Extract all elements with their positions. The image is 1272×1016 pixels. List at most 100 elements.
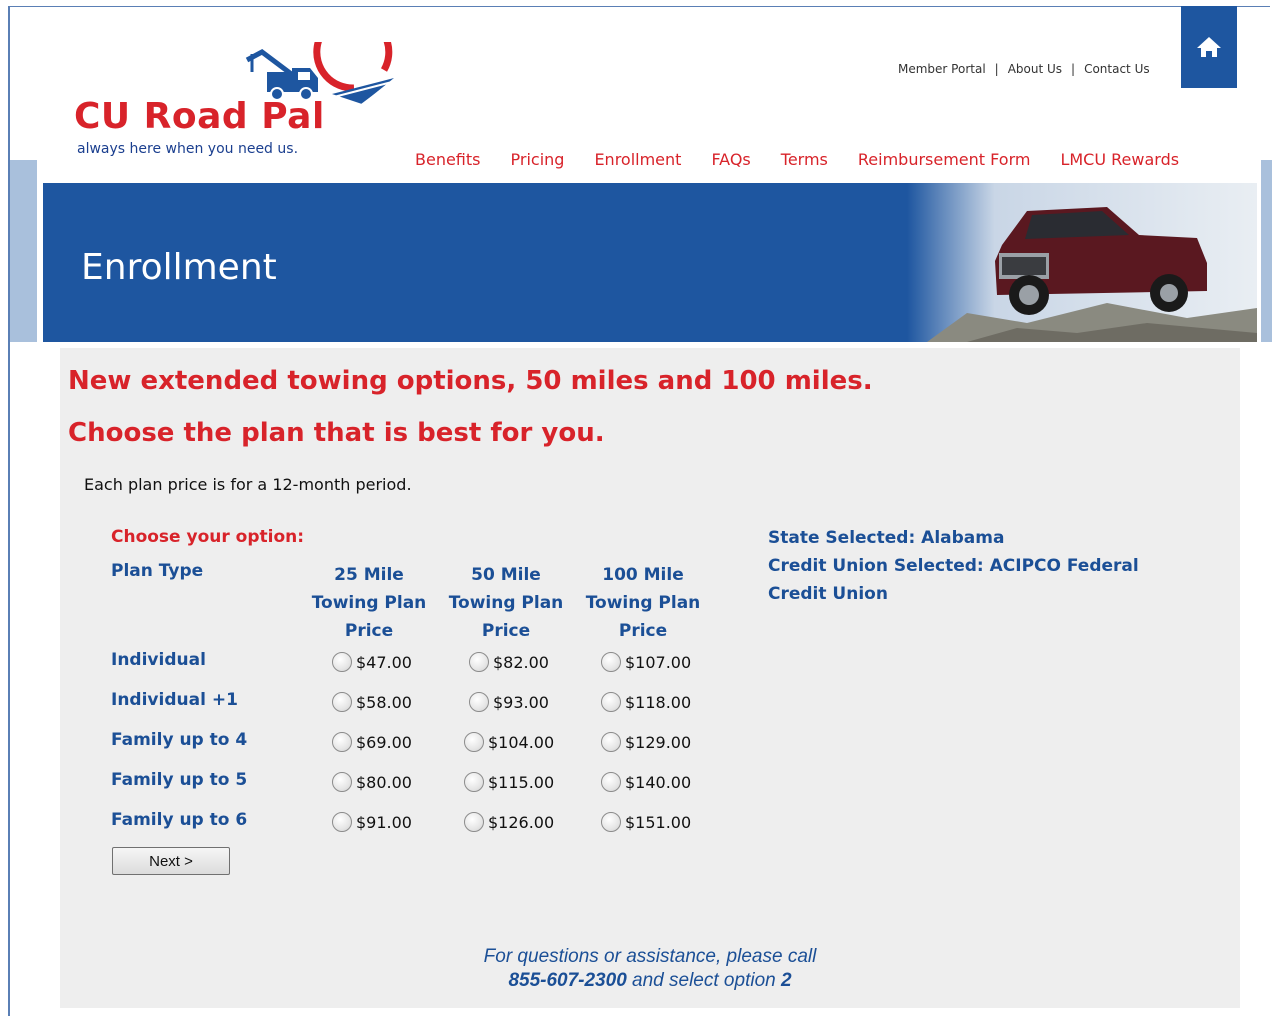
home-icon — [1195, 35, 1221, 57]
radio-button[interactable] — [332, 812, 352, 832]
price-option[interactable]: $47.00 — [332, 652, 412, 672]
selection-summary: State Selected: Alabama Credit Union Sel… — [768, 524, 1198, 608]
footer-line2: 855-607-2300 and select option 2 — [450, 969, 850, 993]
brand-title: CU Road Pal — [74, 96, 325, 137]
price-option[interactable]: $82.00 — [469, 652, 549, 672]
price-option[interactable]: $58.00 — [332, 692, 412, 712]
price-option[interactable]: $151.00 — [601, 812, 691, 832]
price-value: $129.00 — [625, 732, 692, 752]
price-option[interactable]: $115.00 — [464, 772, 554, 792]
nav-enrollment[interactable]: Enrollment — [594, 150, 681, 169]
price-value: $47.00 — [356, 652, 412, 672]
next-button[interactable]: Next > — [112, 847, 230, 875]
side-accent-right — [1261, 160, 1272, 342]
column-header-line: 100 Mile — [602, 565, 684, 585]
member-portal-link[interactable]: Member Portal — [898, 62, 986, 76]
column-header-25-mile: 25 Mile Towing Plan Price — [309, 561, 429, 645]
top-links: Member Portal | About Us | Contact Us — [898, 62, 1150, 76]
brand-tagline: always here when you need us. — [77, 141, 299, 157]
radio-button[interactable] — [332, 732, 352, 752]
price-value: $93.00 — [493, 692, 549, 712]
column-header-line: Price — [344, 621, 394, 641]
headline-extended-options: New extended towing options, 50 miles an… — [68, 366, 873, 396]
radio-button[interactable] — [601, 732, 621, 752]
price-option[interactable]: $80.00 — [332, 772, 412, 792]
price-option[interactable]: $129.00 — [601, 732, 691, 752]
nav-terms[interactable]: Terms — [781, 150, 828, 169]
row-label-family-up-to-5: Family up to 5 — [111, 770, 248, 790]
column-header-100-mile: 100 Mile Towing Plan Price — [583, 561, 703, 645]
price-value: $140.00 — [625, 772, 692, 792]
row-label-family-up-to-4: Family up to 4 — [111, 730, 248, 750]
column-header-line: Towing Plan — [311, 593, 427, 613]
home-button[interactable] — [1181, 6, 1237, 88]
radio-button[interactable] — [601, 652, 621, 672]
radio-button[interactable] — [601, 812, 621, 832]
headline-choose-plan: Choose the plan that is best for you. — [68, 418, 605, 448]
radio-button[interactable] — [464, 732, 484, 752]
price-option[interactable]: $91.00 — [332, 812, 412, 832]
side-accent-left — [10, 160, 37, 342]
column-header-line: Towing Plan — [448, 593, 564, 613]
radio-button[interactable] — [469, 692, 489, 712]
price-value: $104.00 — [488, 732, 555, 752]
state-selected: State Selected: Alabama — [768, 528, 1005, 548]
price-option[interactable]: $69.00 — [332, 732, 412, 752]
column-header-line: Towing Plan — [585, 593, 701, 613]
price-option[interactable]: $107.00 — [601, 652, 691, 672]
nav-lmcu-rewards[interactable]: LMCU Rewards — [1060, 150, 1179, 169]
price-value: $107.00 — [625, 652, 692, 672]
footer-mid-text: and select option — [626, 970, 781, 991]
price-option[interactable]: $126.00 — [464, 812, 554, 832]
radio-button[interactable] — [601, 772, 621, 792]
price-value: $82.00 — [493, 652, 549, 672]
price-value: $80.00 — [356, 772, 412, 792]
column-header-line: 25 Mile — [334, 565, 404, 585]
row-label-individual-plus-1: Individual +1 — [111, 690, 238, 710]
radio-button[interactable] — [601, 692, 621, 712]
radio-button[interactable] — [464, 772, 484, 792]
price-value: $58.00 — [356, 692, 412, 712]
price-option[interactable]: $93.00 — [469, 692, 549, 712]
page-banner: Enrollment — [43, 183, 1257, 342]
footer-line1: For questions or assistance, please call — [483, 946, 817, 967]
price-value: $126.00 — [488, 812, 555, 832]
price-value: $115.00 — [488, 772, 555, 792]
price-option[interactable]: $104.00 — [464, 732, 554, 752]
plan-type-header: Plan Type — [111, 561, 204, 581]
price-value: $69.00 — [356, 732, 412, 752]
nav-pricing[interactable]: Pricing — [511, 150, 565, 169]
credit-union-selected: Credit Union Selected: ACIPCO Federal Cr… — [768, 556, 1139, 604]
radio-button[interactable] — [464, 812, 484, 832]
nav-faqs[interactable]: FAQs — [711, 150, 750, 169]
price-option[interactable]: $118.00 — [601, 692, 691, 712]
column-header-line: 50 Mile — [471, 565, 541, 585]
radio-button[interactable] — [332, 652, 352, 672]
footer-help: For questions or assistance, please call… — [450, 945, 850, 993]
radio-button[interactable] — [332, 692, 352, 712]
column-header-line: Price — [481, 621, 531, 641]
nav-benefits[interactable]: Benefits — [415, 150, 481, 169]
separator: | — [1071, 62, 1076, 76]
radio-button[interactable] — [332, 772, 352, 792]
separator: | — [994, 62, 999, 76]
row-label-individual: Individual — [111, 650, 206, 670]
pickup-truck-image — [907, 183, 1257, 342]
main-nav: Benefits Pricing Enrollment FAQs Terms Reimbu… — [415, 150, 1179, 169]
nav-reimbursement-form[interactable]: Reimbursement Form — [858, 150, 1031, 169]
price-value: $118.00 — [625, 692, 692, 712]
price-value: $91.00 — [356, 812, 412, 832]
row-label-family-up-to-6: Family up to 6 — [111, 810, 248, 830]
column-header-50-mile: 50 Mile Towing Plan Price — [446, 561, 566, 645]
column-header-line: Price — [618, 621, 668, 641]
radio-button[interactable] — [469, 652, 489, 672]
option-number: 2 — [780, 970, 792, 991]
page-title: Enrollment — [81, 247, 277, 288]
contact-us-link[interactable]: Contact Us — [1084, 62, 1150, 76]
plan-period-note: Each plan price is for a 12-month period… — [84, 475, 412, 494]
about-us-link[interactable]: About Us — [1008, 62, 1062, 76]
price-option[interactable]: $140.00 — [601, 772, 691, 792]
choose-option-label: Choose your option: — [111, 527, 305, 547]
price-value: $151.00 — [625, 812, 692, 832]
phone-number[interactable]: 855-607-2300 — [508, 970, 626, 991]
